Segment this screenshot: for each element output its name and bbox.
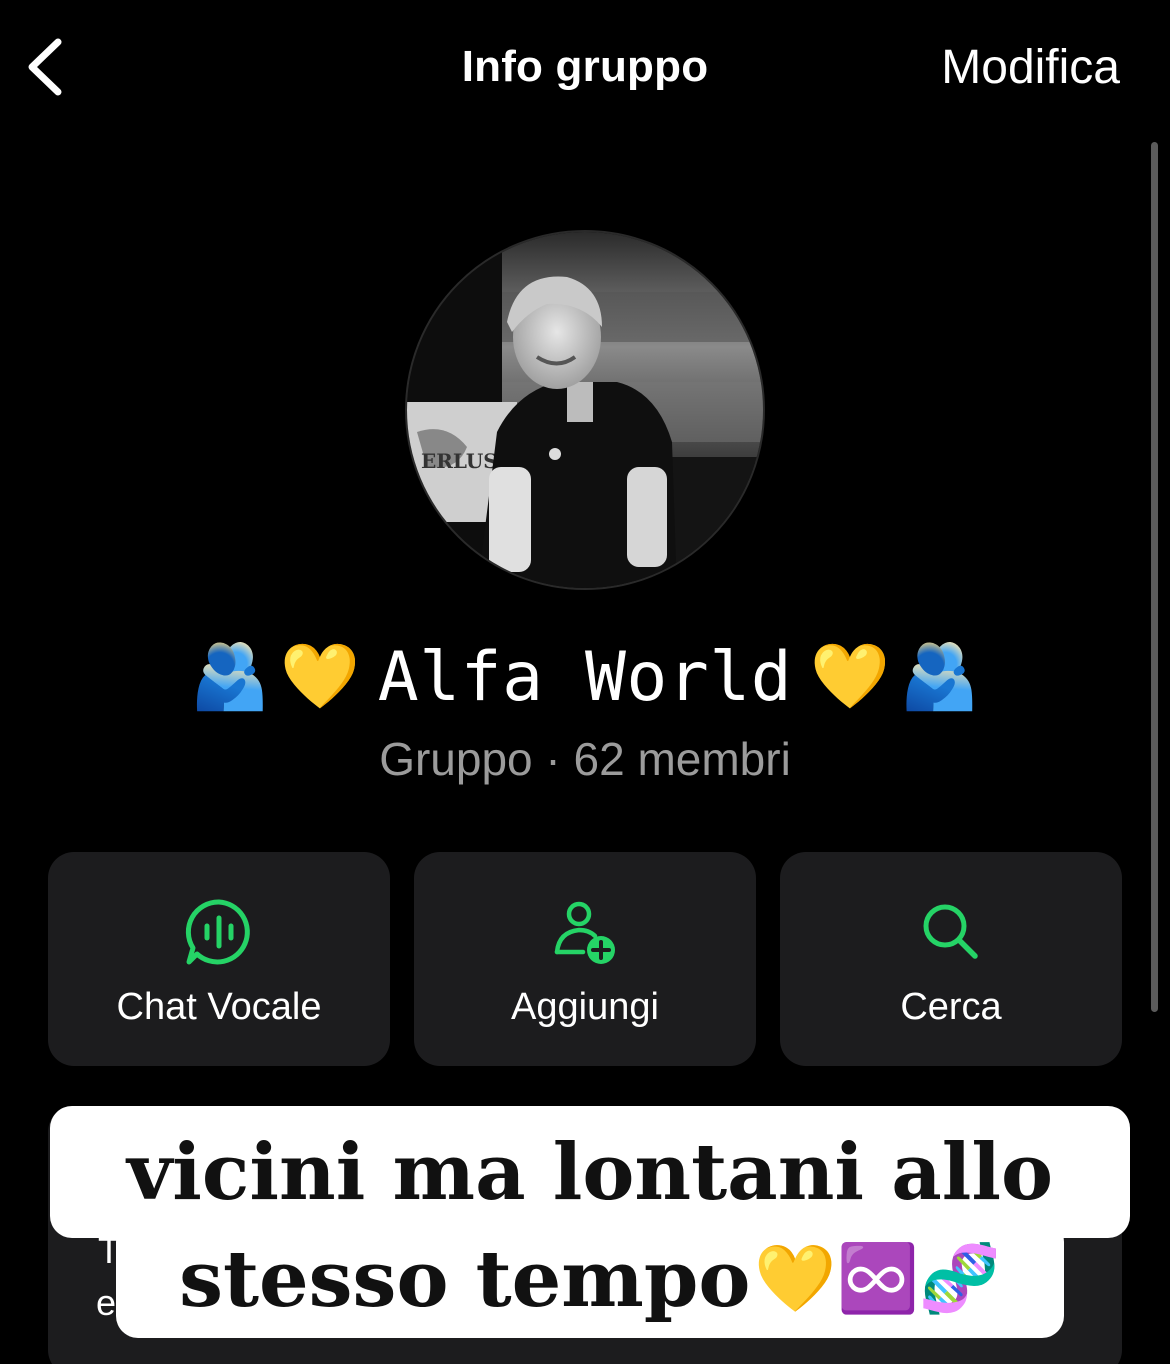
group-info-screen: Info gruppo Modifica ERLUS 🫂 💛 Alfa Worl… bbox=[0, 0, 1170, 1364]
action-buttons: Chat Vocale Aggiungi Cerca bbox=[48, 852, 1122, 1066]
add-person-icon bbox=[554, 901, 615, 964]
caption-text: stesso tempo bbox=[179, 1233, 751, 1325]
group-member-count: Gruppo · 62 membri bbox=[379, 733, 791, 785]
description-text-fragment: e bbox=[96, 1282, 117, 1323]
voice-chat-icon bbox=[185, 899, 250, 965]
group-avatar[interactable]: ERLUS bbox=[405, 230, 765, 590]
avatar-photo: ERLUS bbox=[407, 232, 763, 588]
group-name-row: 🫂 💛 Alfa World 💛 🫂 bbox=[0, 632, 1170, 722]
navigation-bar: Info gruppo Modifica bbox=[0, 0, 1170, 140]
caption-line-2: stesso tempo 💛♾️🧬 bbox=[116, 1220, 1064, 1338]
caption-text: vicini ma lontani allo bbox=[126, 1126, 1054, 1218]
scrollbar[interactable] bbox=[1151, 142, 1158, 1012]
add-member-label: Aggiungi bbox=[511, 986, 659, 1028]
caption-line-1: vicini ma lontani allo bbox=[50, 1106, 1130, 1238]
search-icon bbox=[923, 904, 978, 959]
banner-text: ERLUS bbox=[421, 449, 498, 473]
people-hugging-emoji: 🫂 bbox=[899, 640, 980, 714]
yellow-heart-emoji: 💛 bbox=[280, 640, 360, 714]
add-member-button[interactable]: Aggiungi bbox=[414, 852, 756, 1066]
group-name: Alfa World bbox=[377, 637, 793, 717]
caption-emojis: 💛♾️🧬 bbox=[754, 1240, 1001, 1317]
voice-chat-label: Chat Vocale bbox=[116, 986, 322, 1028]
search-label: Cerca bbox=[900, 986, 1002, 1028]
edit-button[interactable]: Modifica bbox=[941, 40, 1120, 95]
voice-chat-button[interactable]: Chat Vocale bbox=[48, 852, 390, 1066]
yellow-heart-emoji: 💛 bbox=[810, 640, 890, 714]
search-button[interactable]: Cerca bbox=[780, 852, 1122, 1066]
people-hugging-emoji: 🫂 bbox=[190, 640, 271, 714]
